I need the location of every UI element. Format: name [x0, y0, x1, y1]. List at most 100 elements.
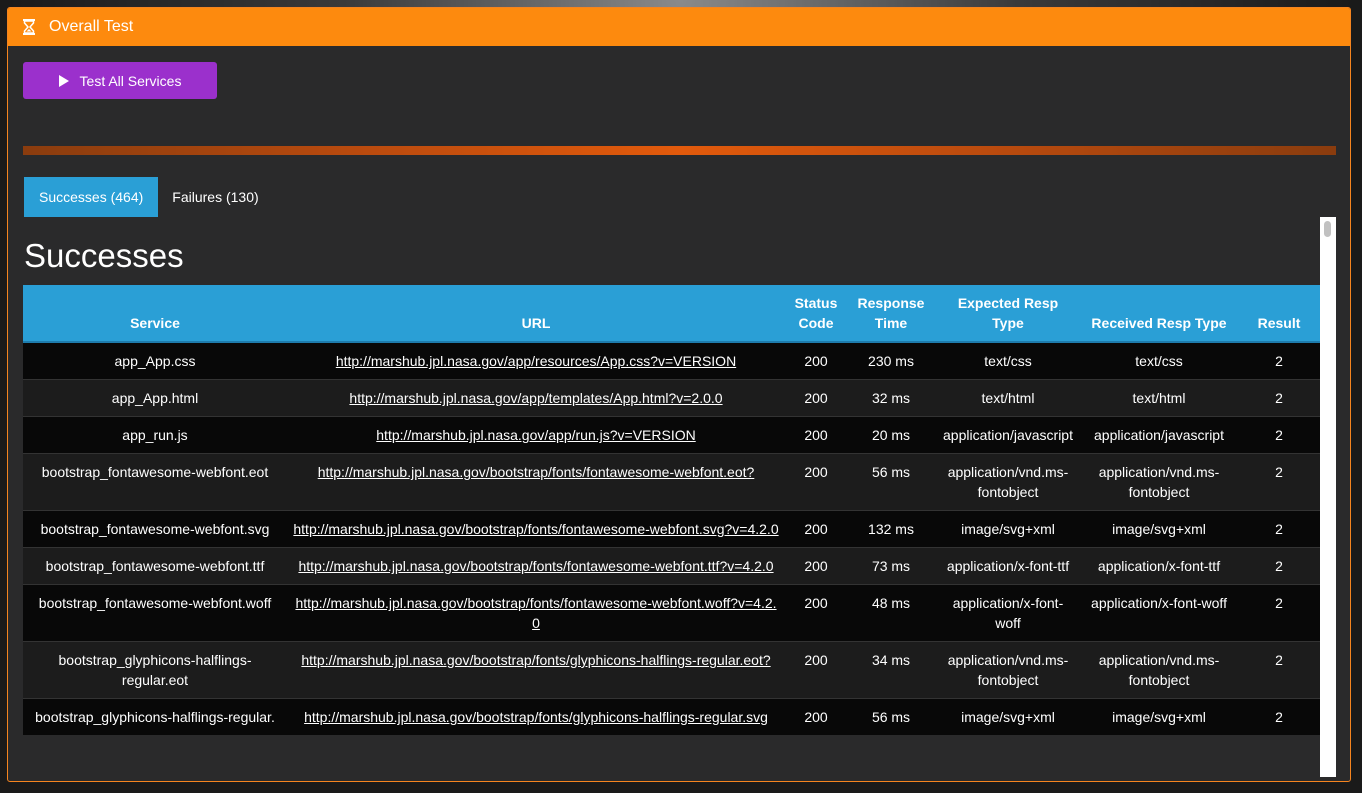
tab-failures[interactable]: Failures (130) [158, 177, 272, 217]
cell-url: http://marshub.jpl.nasa.gov/bootstrap/fo… [287, 584, 785, 642]
cell-url: http://marshub.jpl.nasa.gov/app/template… [287, 379, 785, 417]
cell-expected-type: application/x-font-woff [935, 584, 1081, 642]
cell-url: http://marshub.jpl.nasa.gov/app/run.js?v… [287, 416, 785, 454]
cell-url: http://marshub.jpl.nasa.gov/bootstrap/fo… [287, 698, 785, 735]
cell-received-type: text/html [1081, 379, 1237, 417]
cell-service: app_App.css [23, 341, 287, 380]
cell-expected-type: application/x-font-ttf [935, 547, 1081, 585]
cell-status-code: 200 [785, 453, 847, 511]
url-link[interactable]: http://marshub.jpl.nasa.gov/bootstrap/fo… [295, 595, 776, 631]
cell-service: bootstrap_fontawesome-webfont.ttf [23, 547, 287, 585]
test-all-services-button[interactable]: Test All Services [23, 62, 217, 99]
cell-received-type: application/vnd.ms-fontobject [1081, 453, 1237, 511]
cell-response-time: 132 ms [847, 510, 935, 548]
table-row: bootstrap_glyphicons-halflings-regular. h… [23, 698, 1321, 735]
cell-service: app_App.html [23, 379, 287, 417]
cell-service: bootstrap_glyphicons-halflings-regular.e… [23, 641, 287, 699]
cell-url: http://marshub.jpl.nasa.gov/bootstrap/fo… [287, 453, 785, 511]
cell-status-code: 200 [785, 341, 847, 380]
test-all-services-label: Test All Services [79, 72, 182, 89]
cell-result: 2 [1237, 584, 1321, 642]
cell-received-type: image/svg+xml [1081, 510, 1237, 548]
header-service[interactable]: Service [23, 285, 287, 343]
cell-status-code: 200 [785, 416, 847, 454]
cell-result: 2 [1237, 453, 1321, 511]
cell-response-time: 48 ms [847, 584, 935, 642]
cell-response-time: 56 ms [847, 698, 935, 735]
cell-response-time: 20 ms [847, 416, 935, 454]
cell-result: 2 [1237, 416, 1321, 454]
cell-url: http://marshub.jpl.nasa.gov/bootstrap/fo… [287, 641, 785, 699]
cell-expected-type: image/svg+xml [935, 510, 1081, 548]
cell-expected-type: image/svg+xml [935, 698, 1081, 735]
table-row: bootstrap_fontawesome-webfont.woff http:/… [23, 584, 1321, 642]
table-header-row: Service URL Status Code Response Time Ex… [23, 285, 1321, 343]
header-response-time[interactable]: Response Time [847, 285, 935, 343]
cell-status-code: 200 [785, 379, 847, 417]
cell-received-type: image/svg+xml [1081, 698, 1237, 735]
cell-response-time: 56 ms [847, 453, 935, 511]
progress-bar [23, 146, 1336, 155]
results-table: Service URL Status Code Response Time Ex… [23, 285, 1321, 735]
result-tabs: Successes (464) Failures (130) [24, 177, 273, 217]
cell-result: 2 [1237, 641, 1321, 699]
cell-expected-type: application/vnd.ms-fontobject [935, 641, 1081, 699]
cell-url: http://marshub.jpl.nasa.gov/bootstrap/fo… [287, 547, 785, 585]
url-link[interactable]: http://marshub.jpl.nasa.gov/bootstrap/fo… [293, 521, 778, 537]
cell-response-time: 32 ms [847, 379, 935, 417]
cell-url: http://marshub.jpl.nasa.gov/app/resource… [287, 341, 785, 380]
cell-response-time: 230 ms [847, 341, 935, 380]
cell-result: 2 [1237, 341, 1321, 380]
header-url[interactable]: URL [287, 285, 785, 343]
cell-result: 2 [1237, 698, 1321, 735]
tab-successes[interactable]: Successes (464) [24, 177, 159, 217]
cell-response-time: 34 ms [847, 641, 935, 699]
table-row: bootstrap_fontawesome-webfont.eot http://… [23, 453, 1321, 511]
cell-service: bootstrap_glyphicons-halflings-regular. [23, 698, 287, 735]
play-icon [58, 74, 69, 87]
cell-received-type: application/x-font-ttf [1081, 547, 1237, 585]
cell-status-code: 200 [785, 547, 847, 585]
cell-status-code: 200 [785, 510, 847, 548]
table-row: app_App.css http://marshub.jpl.nasa.gov/a… [23, 341, 1321, 380]
table-row: bootstrap_fontawesome-webfont.ttf http://… [23, 547, 1321, 585]
cell-status-code: 200 [785, 698, 847, 735]
cell-service: app_run.js [23, 416, 287, 454]
cell-response-time: 73 ms [847, 547, 935, 585]
header-result[interactable]: Result [1237, 285, 1321, 343]
header-received-resp-type[interactable]: Received Resp Type [1081, 285, 1237, 343]
overall-test-panel: Overall Test Test All Services Successes… [7, 7, 1351, 782]
cell-expected-type: text/css [935, 341, 1081, 380]
table-row: bootstrap_fontawesome-webfont.svg http://… [23, 510, 1321, 548]
cell-status-code: 200 [785, 641, 847, 699]
cell-result: 2 [1237, 379, 1321, 417]
hourglass-icon [22, 19, 36, 35]
header-expected-resp-type[interactable]: Expected Resp Type [935, 285, 1081, 343]
cell-status-code: 200 [785, 584, 847, 642]
tab-content: Successes Service URL Status Code Respon… [23, 217, 1336, 777]
cell-service: bootstrap_fontawesome-webfont.woff [23, 584, 287, 642]
cell-expected-type: application/vnd.ms-fontobject [935, 453, 1081, 511]
vertical-scrollbar[interactable] [1320, 217, 1336, 777]
scrollbar-thumb[interactable] [1324, 221, 1331, 237]
header-status-code[interactable]: Status Code [785, 285, 847, 343]
url-link[interactable]: http://marshub.jpl.nasa.gov/bootstrap/fo… [304, 709, 768, 725]
cell-result: 2 [1237, 547, 1321, 585]
section-title: Successes [24, 237, 184, 274]
url-link[interactable]: http://marshub.jpl.nasa.gov/app/template… [349, 390, 722, 406]
panel-title: Overall Test [49, 18, 134, 35]
cell-received-type: application/vnd.ms-fontobject [1081, 641, 1237, 699]
cell-service: bootstrap_fontawesome-webfont.eot [23, 453, 287, 511]
cell-received-type: application/x-font-woff [1081, 584, 1237, 642]
cell-result: 2 [1237, 510, 1321, 548]
url-link[interactable]: http://marshub.jpl.nasa.gov/app/resource… [336, 353, 736, 369]
url-link[interactable]: http://marshub.jpl.nasa.gov/bootstrap/fo… [318, 464, 755, 480]
url-link[interactable]: http://marshub.jpl.nasa.gov/bootstrap/fo… [298, 558, 773, 574]
table-row: bootstrap_glyphicons-halflings-regular.e… [23, 641, 1321, 699]
url-link[interactable]: http://marshub.jpl.nasa.gov/bootstrap/fo… [301, 652, 770, 668]
cell-service: bootstrap_fontawesome-webfont.svg [23, 510, 287, 548]
cell-received-type: application/javascript [1081, 416, 1237, 454]
url-link[interactable]: http://marshub.jpl.nasa.gov/app/run.js?v… [376, 427, 695, 443]
table-row: app_run.js http://marshub.jpl.nasa.gov/ap… [23, 416, 1321, 454]
table-row: app_App.html http://marshub.jpl.nasa.gov/… [23, 379, 1321, 417]
